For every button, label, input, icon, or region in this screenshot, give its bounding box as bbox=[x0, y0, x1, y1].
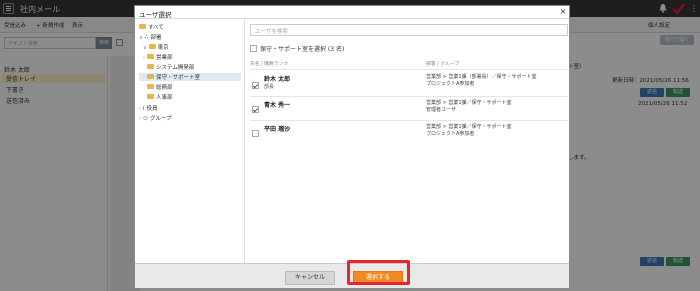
divider bbox=[250, 120, 568, 121]
tree-node-dept[interactable]: ∨ ⛬ 部署 bbox=[139, 33, 162, 41]
tree-node-label: 役員 bbox=[146, 106, 158, 112]
tree-node-hr[interactable]: 人事部 bbox=[147, 93, 173, 101]
dialog-title: ユーザ選択 bbox=[139, 11, 172, 19]
select-all-row[interactable]: 保守・サポート室を選択 (3 名) bbox=[250, 44, 344, 53]
chevron-down-icon[interactable]: ∨ bbox=[139, 35, 143, 41]
folder-icon bbox=[148, 44, 156, 49]
user-name: 鈴木 太郎 bbox=[264, 76, 291, 83]
tree-node-general[interactable]: 総務部 bbox=[147, 83, 173, 91]
tree-node-label: 東京 bbox=[157, 45, 169, 51]
select-button-highlight bbox=[347, 260, 410, 285]
select-all-checkbox[interactable] bbox=[250, 45, 257, 52]
tree-node-tokyo[interactable]: ∨ 東京 bbox=[143, 43, 169, 51]
group-icon: ⚇ bbox=[143, 115, 148, 122]
cancel-button[interactable]: キャンセル bbox=[285, 271, 335, 285]
chevron-right-icon[interactable]: › bbox=[143, 55, 145, 61]
column-header-name: 氏名 / 職務ランク bbox=[250, 62, 289, 67]
tree-node-label: 営業部 bbox=[156, 55, 173, 61]
user-dept: 営業部 > 営業1課／保守・サポート室 プロジェクトA参加者 bbox=[426, 124, 512, 137]
tree-node-sales[interactable]: › 営業部 bbox=[143, 53, 173, 61]
chevron-down-icon[interactable]: ∨ bbox=[143, 45, 147, 51]
tree-node-label: すべて bbox=[148, 25, 164, 31]
folder-icon bbox=[147, 54, 154, 59]
tree-node-all[interactable]: すべて bbox=[139, 23, 164, 31]
tree-node-label: 人事部 bbox=[156, 95, 173, 101]
divider bbox=[250, 69, 568, 70]
folder-icon bbox=[147, 74, 154, 79]
chevron-right-icon[interactable]: › bbox=[139, 116, 141, 122]
chevron-right-icon[interactable]: › bbox=[139, 106, 141, 112]
user-checkbox[interactable] bbox=[252, 106, 259, 113]
tree-node-sysdev[interactable]: システム開発部 bbox=[147, 63, 194, 71]
close-icon[interactable]: × bbox=[558, 7, 568, 17]
folder-icon bbox=[147, 64, 154, 69]
user-role: 部長 bbox=[264, 84, 275, 90]
tree-node-label: グループ bbox=[149, 116, 172, 122]
user-dept: 営業部 > 営業1課（部署長）／保守・サポート室 プロジェクトA参加者 bbox=[426, 74, 537, 87]
user-checkbox[interactable] bbox=[252, 130, 259, 137]
user-dept: 営業部 > 営業1課／保守・サポート室 管理者ユーザ bbox=[426, 100, 512, 113]
person-icon: ⅰ bbox=[143, 105, 145, 112]
tree-node-roles[interactable]: › ⅰ 役員 bbox=[139, 104, 158, 113]
tree-node-label: 総務部 bbox=[156, 85, 173, 91]
tree-node-label: 部署 bbox=[150, 35, 162, 41]
tree-node-label: 保守・サポート室 bbox=[156, 75, 201, 81]
select-all-label: 保守・サポート室を選択 (3 名) bbox=[260, 46, 345, 53]
user-name: 青木 秀一 bbox=[264, 102, 291, 109]
tree-node-label: システム開発部 bbox=[156, 65, 195, 71]
divider bbox=[250, 96, 568, 97]
user-list-pane: ユーザを検索 保守・サポート室を選択 (3 名) 氏名 / 職務ランク 部署 /… bbox=[246, 19, 569, 263]
user-select-dialog: ユーザ選択 × すべて ∨ ⛬ 部署 ∨ 東京 › 営業部 システム開発部 保守・サポー… bbox=[134, 5, 570, 288]
user-checkbox[interactable] bbox=[252, 82, 259, 89]
user-name: 平田 瑠沙 bbox=[264, 126, 291, 133]
tree-node-group[interactable]: › ⚇ グループ bbox=[139, 114, 172, 123]
dialog-header: ユーザ選択 × bbox=[135, 6, 569, 19]
tree-node-support[interactable]: 保守・サポート室 bbox=[139, 73, 241, 81]
user-search-input[interactable]: ユーザを検索 bbox=[250, 24, 568, 36]
folder-icon bbox=[139, 24, 146, 29]
folder-icon bbox=[147, 94, 154, 99]
org-tree: すべて ∨ ⛬ 部署 ∨ 東京 › 営業部 システム開発部 保守・サポート室 総務部 人… bbox=[135, 19, 245, 263]
folder-icon bbox=[147, 84, 154, 89]
column-header-dept: 部署 / グループ bbox=[426, 62, 460, 67]
org-chart-icon: ⛬ bbox=[144, 34, 149, 40]
